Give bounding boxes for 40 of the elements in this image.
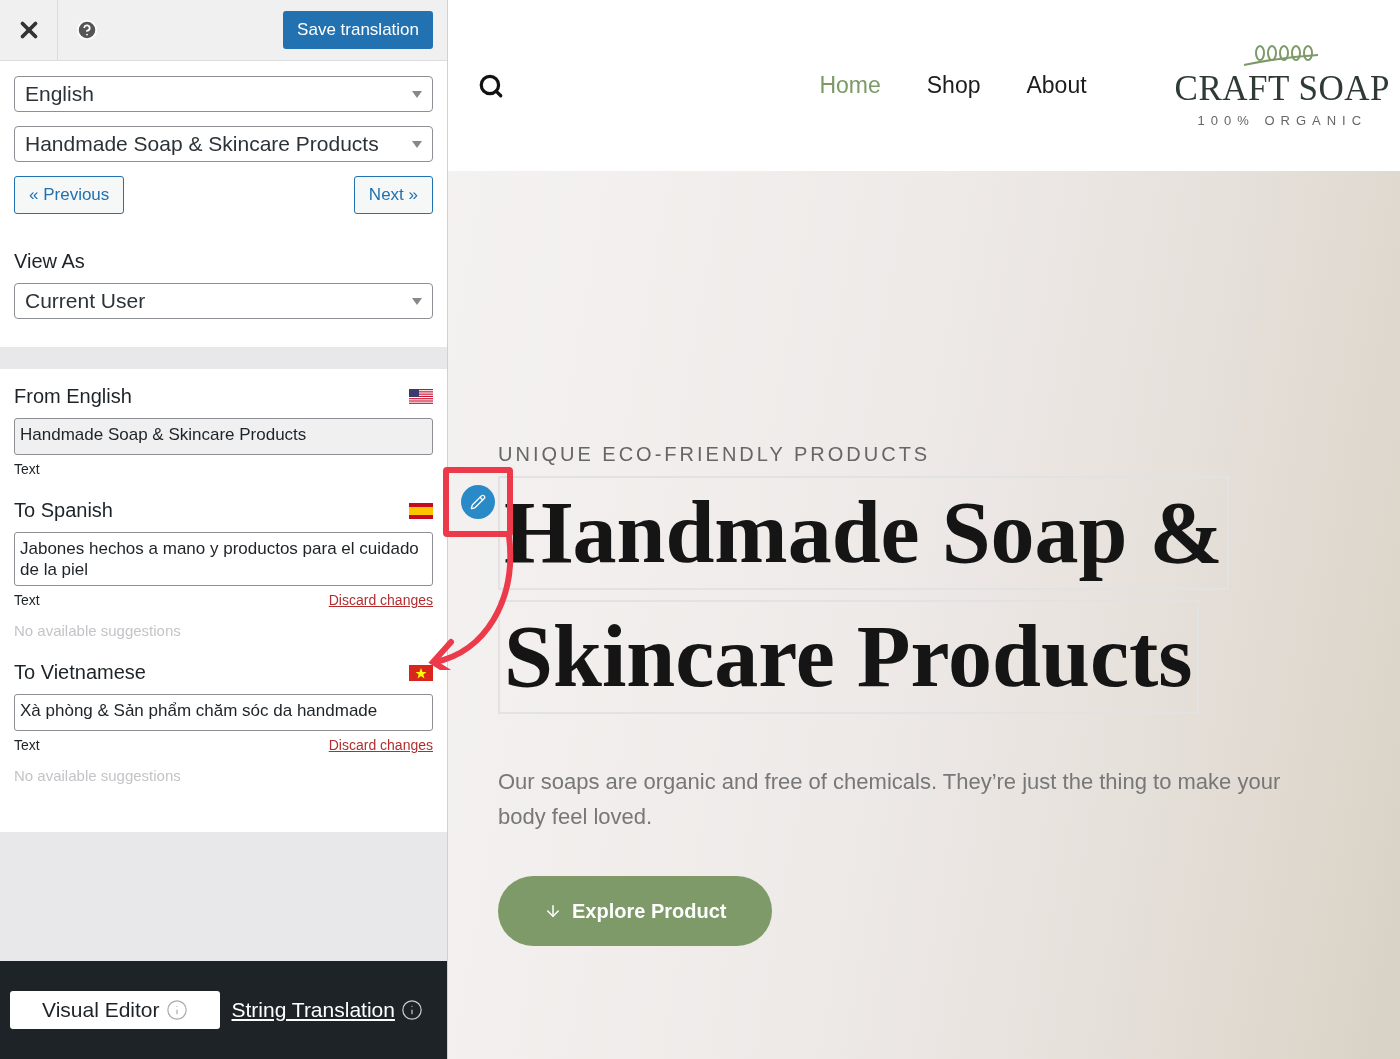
hero-title[interactable]: Skincare Products xyxy=(498,600,1199,714)
view-as-label: View As xyxy=(14,250,86,273)
info-icon xyxy=(400,999,423,1021)
save-button[interactable]: Save translation xyxy=(283,11,433,49)
type-label: Text xyxy=(14,461,40,477)
logo-tagline: 100% ORGANIC xyxy=(1197,113,1368,128)
hero-eyebrow: UNIQUE ECO-FRIENDLY PRODUCTS xyxy=(498,443,932,466)
type-label: Text xyxy=(14,737,40,753)
flag-icon xyxy=(409,388,433,405)
arrow-down-icon xyxy=(544,902,562,920)
string-select[interactable]: Handmade Soap & Skincare Products xyxy=(14,126,433,162)
caret-icon xyxy=(412,90,422,98)
language-select[interactable]: English xyxy=(14,76,433,112)
suggestions-note: No available suggestions xyxy=(14,622,182,639)
language-label: From English xyxy=(14,385,132,408)
translation-field[interactable]: Xà phòng & Sản phẩm chăm sóc da handmade xyxy=(14,694,433,731)
nav-link[interactable]: Shop xyxy=(926,72,981,99)
caret-icon xyxy=(412,140,422,148)
logo-name: CRAFT SOAP xyxy=(1174,69,1390,109)
type-label: Text xyxy=(14,592,40,608)
help-icon[interactable] xyxy=(75,19,98,41)
caret-icon xyxy=(412,297,422,305)
nav-link[interactable]: About xyxy=(1026,72,1087,99)
previous-button[interactable]: « Previous xyxy=(14,176,125,214)
mode-tab[interactable]: Visual Editor xyxy=(10,991,220,1029)
pencil-icon xyxy=(470,494,486,510)
discard-link[interactable]: Discard changes xyxy=(328,737,433,753)
discard-link[interactable]: Discard changes xyxy=(328,592,433,608)
next-button[interactable]: Next » xyxy=(353,176,433,214)
mode-tab[interactable]: String Translation xyxy=(231,991,423,1029)
search-icon[interactable] xyxy=(478,72,504,99)
suggestions-note: No available suggestions xyxy=(14,767,182,784)
view-as-select[interactable]: Current User xyxy=(14,283,433,319)
language-label: To Spanish xyxy=(14,499,113,522)
flag-icon xyxy=(409,502,433,519)
hero-text: Our soaps are organic and free of chemicals. They’re just the thing to make your body feel loved. xyxy=(498,768,1282,831)
flag-icon xyxy=(409,664,433,681)
language-label: To Vietnamese xyxy=(14,661,146,684)
translation-field[interactable]: Jabones hechos a mano y productos para el cuidado de la piel xyxy=(14,532,433,586)
info-icon xyxy=(165,999,188,1021)
